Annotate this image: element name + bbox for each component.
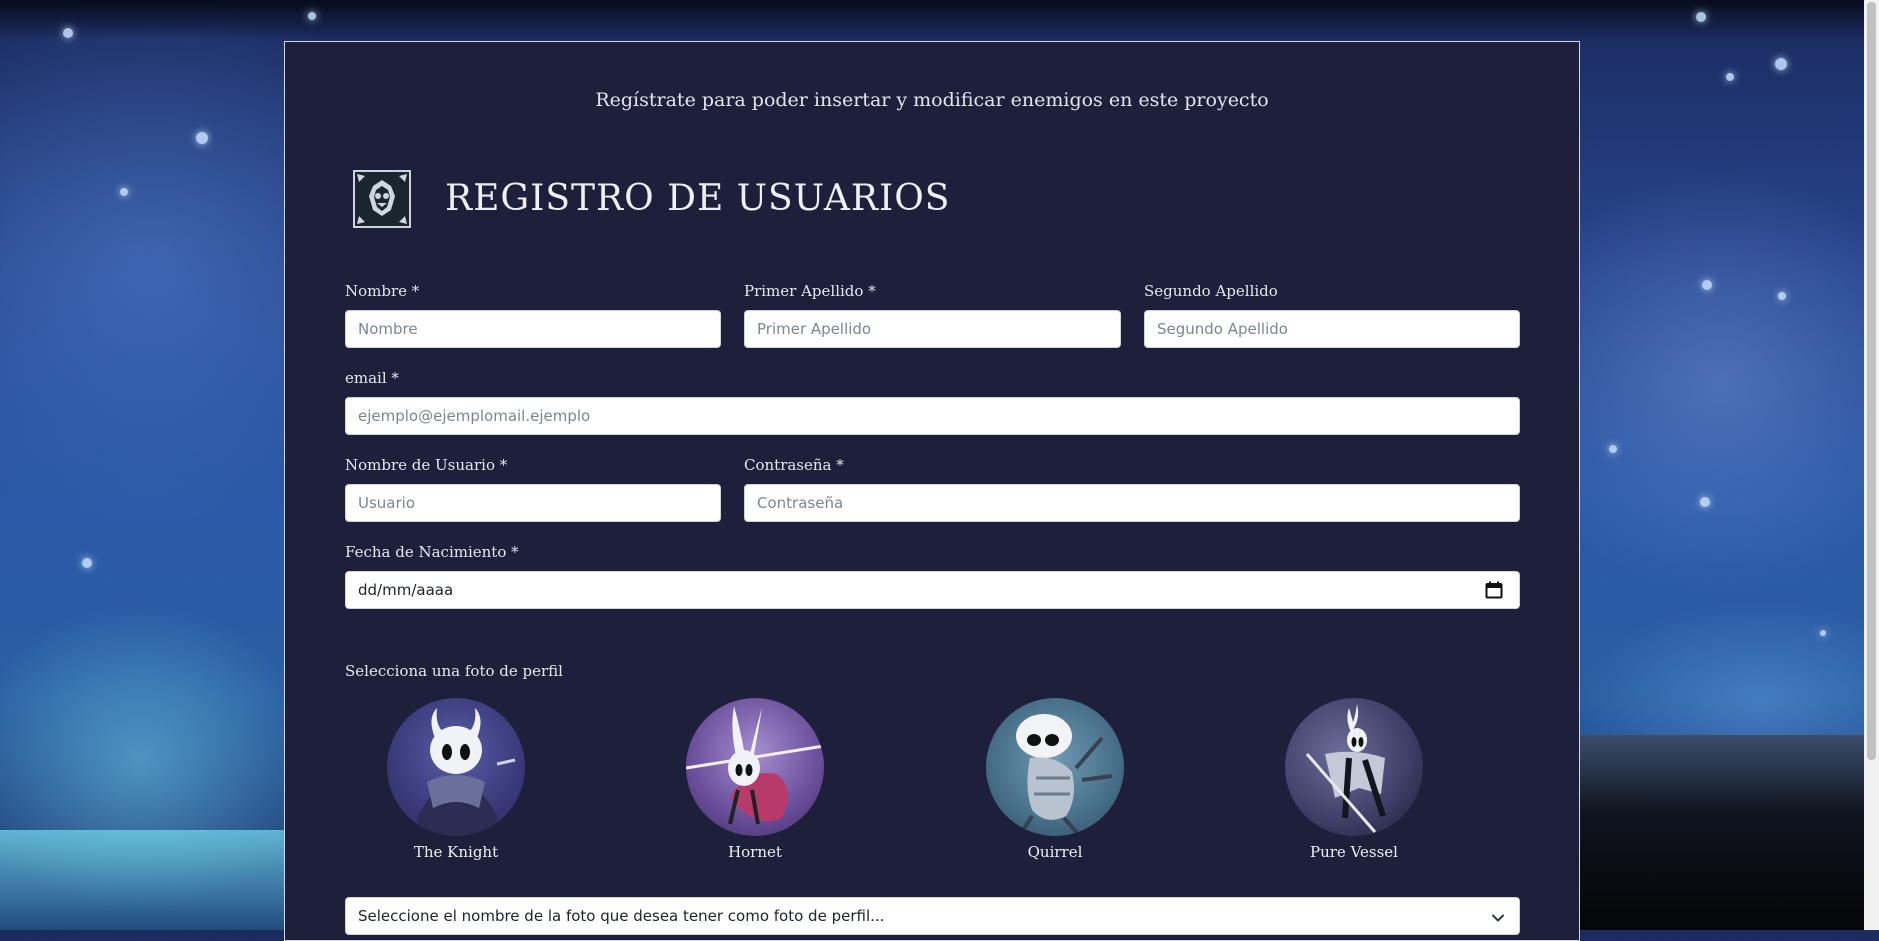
usuario-label: Nombre de Usuario *: [345, 456, 508, 474]
hornet-avatar[interactable]: [686, 698, 824, 836]
fecha-value: dd/mm/aaaa: [358, 581, 454, 599]
primer-apellido-label: Primer Apellido *: [744, 282, 876, 300]
background-particle: [1726, 73, 1734, 81]
background-glow-floor: [0, 830, 290, 930]
background-particle: [1696, 12, 1706, 22]
background-particle: [1700, 497, 1710, 507]
background-particle: [1775, 58, 1787, 70]
fecha-label: Fecha de Nacimiento *: [345, 543, 519, 561]
background-particle: [308, 12, 316, 20]
profile-photo-select[interactable]: Seleccione el nombre de la foto que dese…: [345, 897, 1520, 935]
nombre-label: Nombre *: [345, 282, 420, 300]
fecha-nacimiento-input[interactable]: dd/mm/aaaa: [345, 571, 1520, 609]
avatar-option[interactable]: The Knight: [345, 698, 525, 868]
background-particle: [1820, 630, 1826, 636]
background-particle: [1778, 292, 1786, 300]
background-particle: [63, 28, 73, 38]
page-title: REGISTRO DE USUARIOS: [445, 178, 951, 219]
avatar-option[interactable]: Quirrel: [944, 698, 1124, 868]
quirrel-label: Quirrel: [1027, 843, 1083, 861]
page-subtitle: Regístrate para poder insertar y modific…: [595, 89, 1269, 111]
scrollbar-thumb[interactable]: [1867, 2, 1876, 760]
segundo-apellido-label: Segundo Apellido: [1144, 282, 1278, 300]
contrasena-input[interactable]: [744, 484, 1520, 522]
background-particle: [1702, 280, 1712, 290]
background-particle: [1609, 445, 1617, 453]
chevron-down-icon: [1491, 910, 1505, 929]
nombre-input[interactable]: [345, 310, 721, 348]
background-particle: [120, 188, 128, 196]
hornet-label: Hornet: [728, 843, 782, 861]
background-particle: [196, 132, 208, 144]
contrasena-label: Contraseña *: [744, 456, 844, 474]
pure-vessel-avatar[interactable]: [1285, 698, 1423, 836]
shield-logo-icon: [353, 170, 411, 228]
the-knight-avatar[interactable]: [387, 698, 525, 836]
quirrel-avatar[interactable]: [986, 698, 1124, 836]
calendar-icon[interactable]: [1485, 581, 1503, 603]
registration-card: Regístrate para poder insertar y modific…: [284, 41, 1580, 941]
the-knight-label: The Knight: [413, 843, 499, 861]
avatar-option[interactable]: Hornet: [644, 698, 824, 868]
segundo-apellido-input[interactable]: [1144, 310, 1520, 348]
background-ground: [1580, 735, 1879, 930]
background-top-shadow: [0, 0, 1879, 40]
page-scrollbar[interactable]: [1864, 0, 1879, 930]
primer-apellido-input[interactable]: [744, 310, 1121, 348]
email-input[interactable]: [345, 397, 1520, 435]
background-particle: [82, 558, 92, 568]
profile-photo-label: Selecciona una foto de perfil: [345, 662, 563, 680]
select-value: Seleccione el nombre de la foto que dese…: [358, 907, 885, 925]
usuario-input[interactable]: [345, 484, 721, 522]
email-label: email *: [345, 369, 399, 387]
pure-vessel-label: Pure Vessel: [1310, 843, 1398, 861]
avatar-option[interactable]: Pure Vessel: [1243, 698, 1423, 868]
